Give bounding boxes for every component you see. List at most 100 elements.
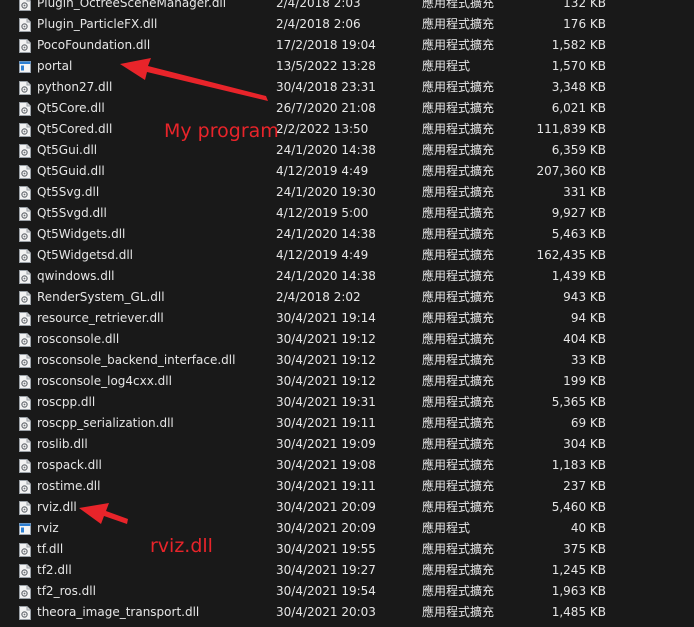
- file-size: 404 KB: [563, 332, 606, 346]
- file-modified-date: 30/4/2021 19:31: [276, 395, 376, 409]
- file-row[interactable]: portal 13/5/2022 13:28 應用程式 1,570 KB: [0, 56, 694, 77]
- file-row[interactable]: roslib.dll 30/4/2021 19:09 應用程式擴充 304 KB: [0, 434, 694, 455]
- file-name: portal: [37, 59, 73, 73]
- file-name: rospack.dll: [37, 458, 102, 472]
- file-row[interactable]: roscpp_serialization.dll 30/4/2021 19:11 應…: [0, 413, 694, 434]
- file-size: 199 KB: [563, 374, 606, 388]
- file-name: Plugin_OctreeSceneManager.dll: [37, 0, 227, 10]
- file-modified-date: 30/4/2021 19:12: [276, 332, 376, 346]
- file-type: 應用程式擴充: [422, 584, 495, 598]
- file-modified-date: 24/1/2020 14:38: [276, 227, 376, 241]
- file-row[interactable]: Qt5Gui.dll 24/1/2020 14:38 應用程式擴充 6,359 KB: [0, 140, 694, 161]
- file-row[interactable]: qwindows.dll 24/1/2020 14:38 應用程式擴充 1,439 K…: [0, 266, 694, 287]
- file-name: Qt5Gui.dll: [37, 143, 98, 157]
- file-row[interactable]: PocoFoundation.dll 17/2/2018 19:04 應用程式擴充 1…: [0, 35, 694, 56]
- file-type: 應用程式擴充: [422, 311, 495, 325]
- file-modified-date: 30/4/2021 19:11: [276, 479, 376, 493]
- file-row[interactable]: tf2_ros.dll 30/4/2021 19:54 應用程式擴充 1,963 KB: [0, 581, 694, 602]
- file-size: 5,463 KB: [551, 227, 606, 241]
- file-row[interactable]: Qt5Widgetsd.dll 4/12/2019 4:49 應用程式擴充 162,4…: [0, 245, 694, 266]
- file-size: 331 KB: [563, 185, 606, 199]
- dll-icon: [19, 81, 31, 95]
- file-size: 94 KB: [570, 311, 606, 325]
- file-size: 1,245 KB: [551, 563, 606, 577]
- file-size: 375 KB: [563, 542, 606, 556]
- file-row[interactable]: tf.dll 30/4/2021 19:55 應用程式擴充 375 KB: [0, 539, 694, 560]
- dll-icon: [19, 270, 31, 284]
- file-row[interactable]: RenderSystem_GL.dll 2/4/2018 2:02 應用程式擴充 94…: [0, 287, 694, 308]
- dll-icon: [19, 333, 31, 347]
- file-name: Qt5Widgets.dll: [37, 227, 126, 241]
- file-row[interactable]: Qt5Widgets.dll 24/1/2020 14:38 應用程式擴充 5,463…: [0, 224, 694, 245]
- file-row[interactable]: rviz.dll 30/4/2021 20:09 應用程式擴充 5,460 KB: [0, 497, 694, 518]
- file-name: PocoFoundation.dll: [37, 38, 151, 52]
- dll-icon: [19, 543, 31, 557]
- file-size: 304 KB: [563, 437, 606, 451]
- file-row[interactable]: tf2.dll 30/4/2021 19:27 應用程式擴充 1,245 KB: [0, 560, 694, 581]
- file-name: Qt5Svg.dll: [37, 185, 100, 199]
- file-name: Qt5Cored.dll: [37, 122, 113, 136]
- file-name: rosconsole.dll: [37, 332, 120, 346]
- file-row[interactable]: Qt5Guid.dll 4/12/2019 4:49 應用程式擴充 207,360 K…: [0, 161, 694, 182]
- file-modified-date: 13/5/2022 13:28: [276, 59, 376, 73]
- file-size: 162,435 KB: [536, 248, 606, 262]
- file-modified-date: 30/4/2021 19:12: [276, 353, 376, 367]
- file-size: 1,439 KB: [551, 269, 606, 283]
- file-size: 5,365 KB: [551, 395, 606, 409]
- file-row[interactable]: rostime.dll 30/4/2021 19:11 應用程式擴充 237 KB: [0, 476, 694, 497]
- file-row[interactable]: Qt5Cored.dll 2/2/2022 13:50 應用程式擴充 111,839 …: [0, 119, 694, 140]
- dll-icon: [19, 39, 31, 53]
- file-row[interactable]: rosconsole.dll 30/4/2021 19:12 應用程式擴充 404 K…: [0, 329, 694, 350]
- exe-icon: [19, 522, 31, 536]
- file-type: 應用程式擴充: [422, 122, 495, 136]
- file-row[interactable]: Plugin_ParticleFX.dll 2/4/2018 2:06 應用程式擴充…: [0, 14, 694, 35]
- file-name: rostime.dll: [37, 479, 101, 493]
- file-type: 應用程式擴充: [422, 227, 495, 241]
- file-name: roscpp_serialization.dll: [37, 416, 174, 430]
- file-row[interactable]: rosconsole_backend_interface.dll 30/4/202…: [0, 350, 694, 371]
- file-type: 應用程式擴充: [422, 38, 495, 52]
- file-size: 1,582 KB: [551, 38, 606, 52]
- file-modified-date: 30/4/2021 19:27: [276, 563, 376, 577]
- file-type: 應用程式: [422, 521, 471, 535]
- file-type: 應用程式擴充: [422, 143, 495, 157]
- file-row[interactable]: roscpp.dll 30/4/2021 19:31 應用程式擴充 5,365 KB: [0, 392, 694, 413]
- file-row[interactable]: rosconsole_log4cxx.dll 30/4/2021 19:12 應用程…: [0, 371, 694, 392]
- file-row[interactable]: Qt5Core.dll 26/7/2020 21:08 應用程式擴充 6,021 KB: [0, 98, 694, 119]
- dll-icon: [19, 165, 31, 179]
- file-name: tf2.dll: [37, 563, 72, 577]
- file-row[interactable]: Qt5Svg.dll 24/1/2020 19:30 應用程式擴充 331 KB: [0, 182, 694, 203]
- file-size: 69 KB: [570, 416, 606, 430]
- file-row[interactable]: rospack.dll 30/4/2021 19:08 應用程式擴充 1,183 KB: [0, 455, 694, 476]
- file-type: 應用程式擴充: [422, 269, 495, 283]
- file-type: 應用程式擴充: [422, 248, 495, 262]
- file-type: 應用程式: [422, 59, 471, 73]
- file-modified-date: 4/12/2019 4:49: [276, 248, 369, 262]
- dll-icon: [19, 144, 31, 158]
- dll-icon: [19, 249, 31, 263]
- file-modified-date: 30/4/2021 19:54: [276, 584, 376, 598]
- file-size: 6,021 KB: [551, 101, 606, 115]
- file-modified-date: 26/7/2020 21:08: [276, 101, 376, 115]
- file-row[interactable]: Plugin_OctreeSceneManager.dll 2/4/2018 2:…: [0, 0, 694, 14]
- file-type: 應用程式擴充: [422, 479, 495, 493]
- file-row[interactable]: rviz 30/4/2021 20:09 應用程式 40 KB: [0, 518, 694, 539]
- file-name: Qt5Svgd.dll: [37, 206, 107, 220]
- dll-icon: [19, 438, 31, 452]
- file-name: RenderSystem_GL.dll: [37, 290, 165, 304]
- file-type: 應用程式擴充: [422, 206, 495, 220]
- file-size: 1,963 KB: [551, 584, 606, 598]
- file-name: rviz.dll: [37, 500, 77, 514]
- file-type: 應用程式擴充: [422, 374, 495, 388]
- file-name: Qt5Core.dll: [37, 101, 105, 115]
- file-row[interactable]: resource_retriever.dll 30/4/2021 19:14 應用程…: [0, 308, 694, 329]
- file-size: 176 KB: [563, 17, 606, 31]
- file-row[interactable]: Qt5Svgd.dll 4/12/2019 5:00 應用程式擴充 9,927 KB: [0, 203, 694, 224]
- file-type: 應用程式擴充: [422, 437, 495, 451]
- file-row[interactable]: python27.dll 30/4/2018 23:31 應用程式擴充 3,348 K…: [0, 77, 694, 98]
- file-type: 應用程式擴充: [422, 80, 495, 94]
- file-type: 應用程式擴充: [422, 458, 495, 472]
- file-name: roscpp.dll: [37, 395, 96, 409]
- file-type: 應用程式擴充: [422, 185, 495, 199]
- file-size: 237 KB: [563, 479, 606, 493]
